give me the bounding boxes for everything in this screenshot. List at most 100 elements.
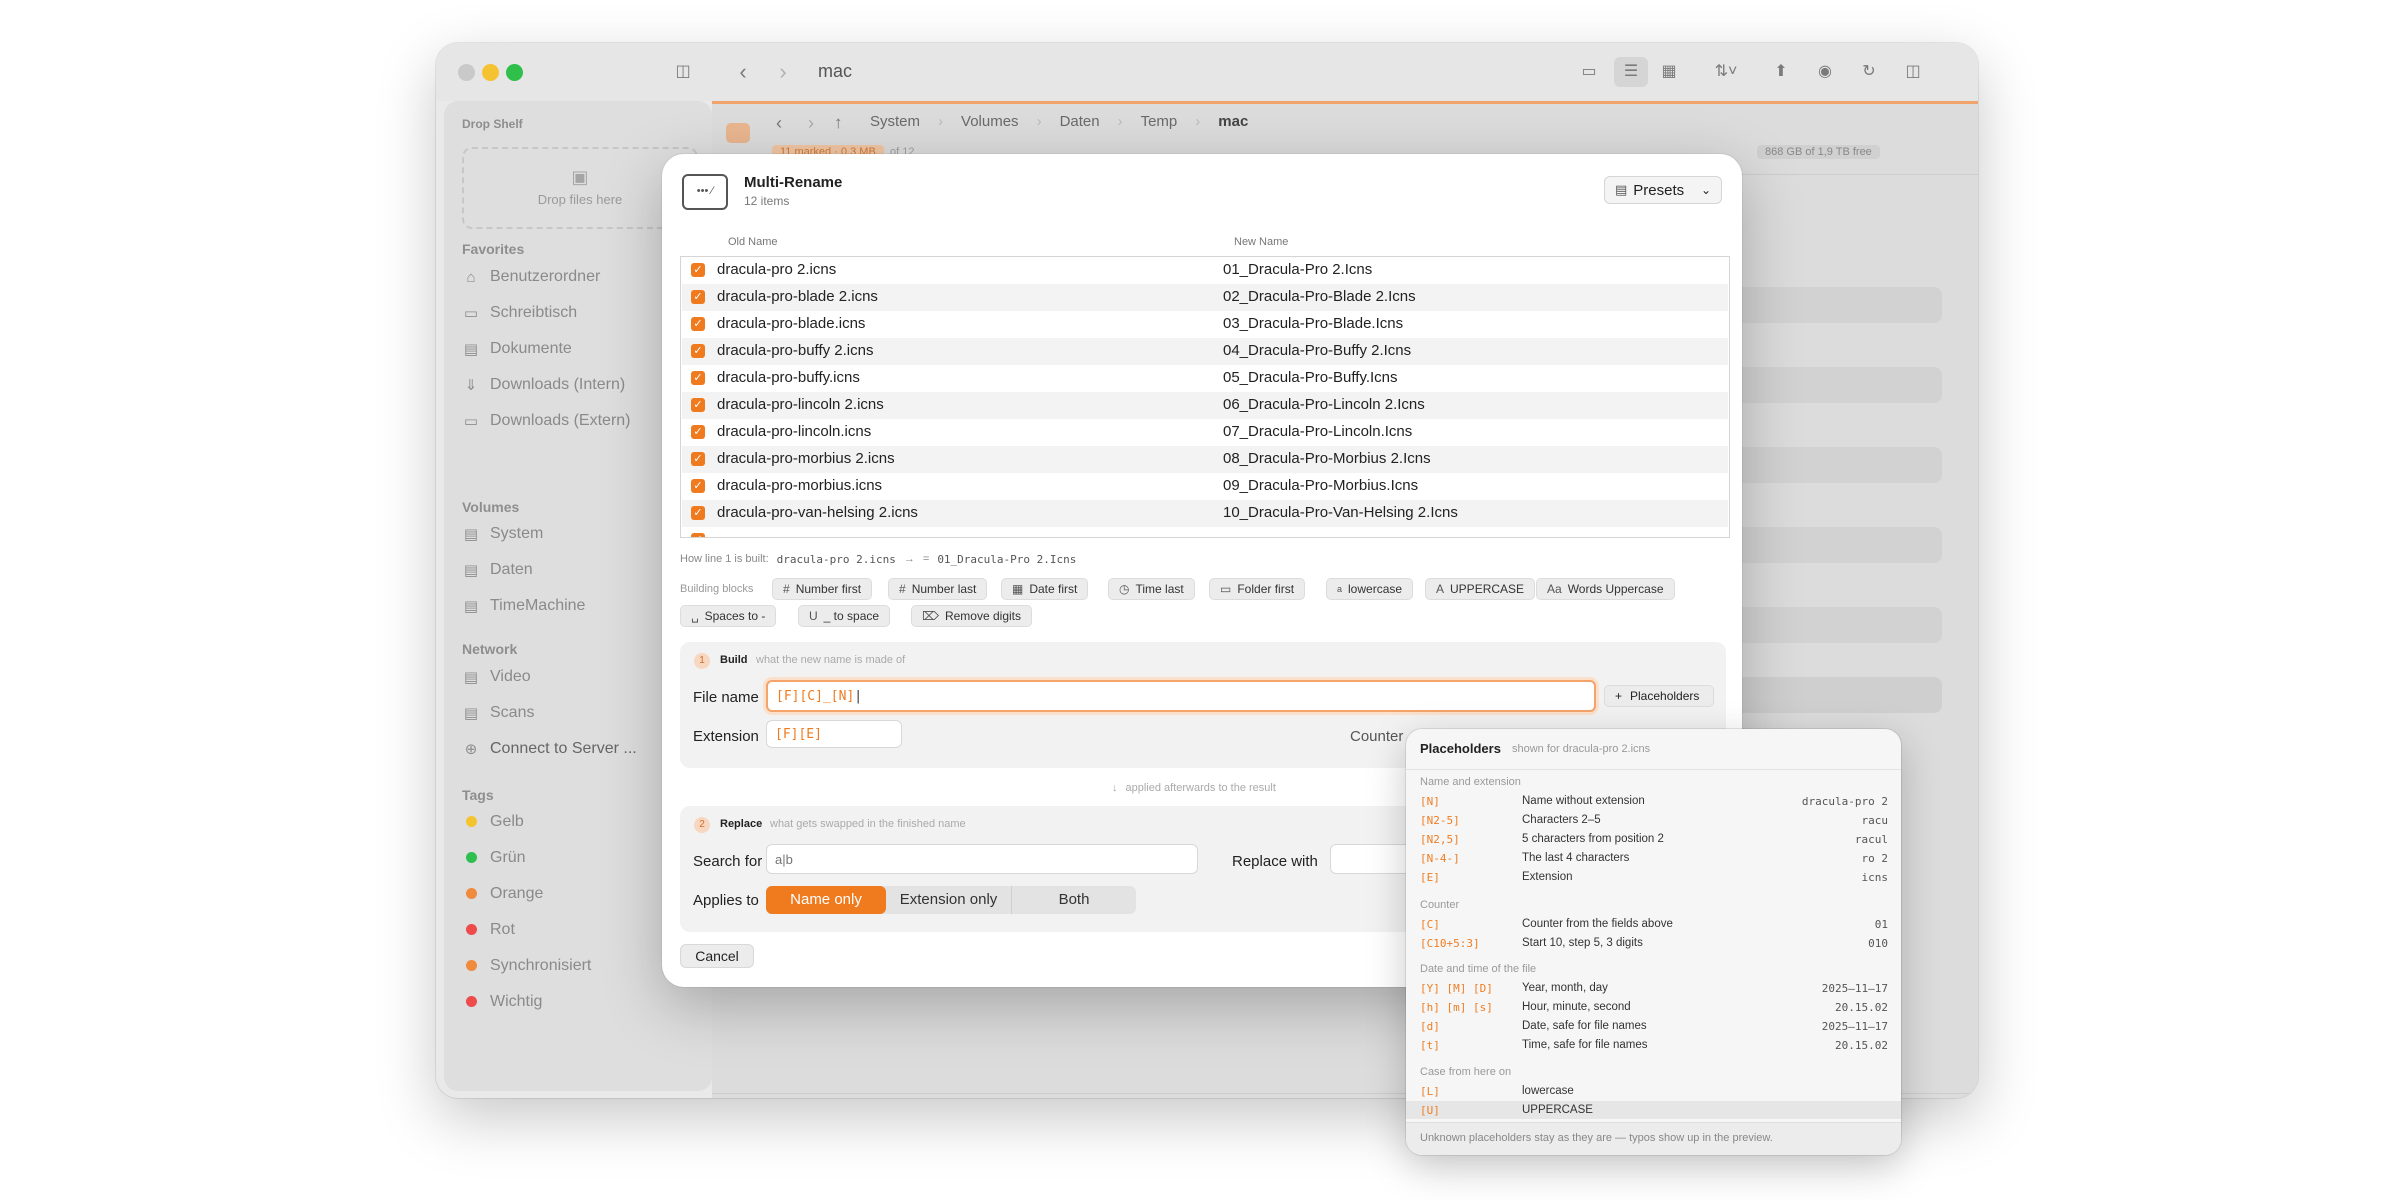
row-checkbox[interactable]: ✓ [691, 317, 705, 331]
segment-extension-only[interactable]: Extension only [886, 886, 1012, 914]
sidebar-tag-wichtig[interactable]: Wichtig [462, 989, 702, 1015]
table-row[interactable]: ✓ dracula-pro-blade 2.icns 02_Dracula-Pro-… [682, 284, 1728, 311]
placeholders-button[interactable]: + Placeholders [1604, 685, 1714, 707]
column-new-name[interactable]: New Name [1234, 236, 1288, 248]
breadcrumb-mac[interactable]: mac [1218, 113, 1248, 130]
placeholder-row[interactable]: [d] Date, safe for file names 2025–11–17 [1420, 1017, 1888, 1035]
back-arrow-icon[interactable]: ‹ [732, 61, 754, 83]
placeholder-desc: lowercase [1522, 1085, 1574, 1097]
block-uppercase[interactable]: A UPPERCASE [1425, 578, 1536, 600]
close-window-button[interactable] [458, 64, 475, 81]
placeholder-row[interactable]: [N2-5] Characters 2–5 racu [1420, 811, 1888, 829]
new-name-cell: 05_Dracula-Pro-Buffy.Icns [1223, 369, 1398, 386]
placeholder-row[interactable]: [C10+5:3] Start 10, step 5, 3 digits 010 [1420, 934, 1888, 952]
extension-input[interactable]: [F][E] [766, 720, 902, 748]
grid-view-icon[interactable]: ▦ [1658, 61, 1680, 83]
block-number-last[interactable]: # Number last [888, 578, 988, 600]
column-old-name[interactable]: Old Name [728, 236, 778, 248]
table-row[interactable]: ✓ dracula-pro-morbius 2.icns 08_Dracula-Pr… [682, 446, 1728, 473]
row-checkbox[interactable]: ✓ [691, 506, 705, 520]
preview-pane-icon[interactable]: ▭ [1578, 61, 1600, 83]
placeholder-desc: Start 10, step 5, 3 digits [1522, 937, 1643, 949]
server-icon: ▤ [463, 705, 479, 722]
table-row[interactable]: ✓ dracula-pro-buffy.icns 05_Dracula-Pro-Bu… [682, 365, 1728, 392]
new-name-cell: 02_Dracula-Pro-Blade 2.Icns [1223, 288, 1416, 305]
block-remove-digits[interactable]: ⌦ Remove digits [911, 605, 1032, 627]
forward-arrow-icon[interactable]: › [808, 113, 814, 134]
placeholder-row[interactable]: [N-4-] The last 4 characters ro 2 [1420, 849, 1888, 867]
row-checkbox[interactable]: ✓ [691, 263, 705, 277]
placeholder-row[interactable]: [Y] [M] [D] Year, month, day 2025–11–17 [1420, 979, 1888, 997]
row-checkbox[interactable]: ✓ [691, 398, 705, 412]
row-checkbox[interactable]: ✓ [691, 479, 705, 493]
search-for-label: Search for [693, 853, 763, 870]
minimize-window-button[interactable] [482, 64, 499, 81]
sort-icon[interactable]: ⇅˅ [1706, 61, 1746, 83]
replace-with-label: Replace with [1232, 853, 1318, 870]
segment-name-only[interactable]: Name only [766, 886, 886, 914]
breadcrumb-system[interactable]: System [870, 113, 920, 130]
sidebar-item-label: Connect to Server ... [490, 740, 637, 757]
plus-circle-icon: ⊕ [464, 741, 478, 758]
new-name-cell: 10_Dracula-Pro-Van-Helsing 2.Icns [1223, 504, 1458, 521]
block-words-uppercase[interactable]: Aa Words Uppercase [1536, 578, 1675, 600]
table-row[interactable]: ✓ dracula-pro-van-helsing 2.icns 10_Dracul… [682, 500, 1728, 527]
block-date-first[interactable]: ▦ Date first [1001, 578, 1089, 600]
block-number-first[interactable]: # Number first [772, 578, 873, 600]
block-time-last[interactable]: ◷ Time last [1108, 578, 1195, 600]
table-row[interactable]: ✓ dracula-pro-morbius.icns 09_Dracula-Pro-… [682, 473, 1728, 500]
placeholder-row[interactable]: [h] [m] [s] Hour, minute, second 20.15.02 [1420, 998, 1888, 1016]
table-row[interactable]: ✓ dracula-pro-blade.icns 03_Dracula-Pro-Bl… [682, 311, 1728, 338]
placeholder-desc: Extension [1522, 871, 1573, 883]
filename-input[interactable]: [F][C]_[N]| [766, 680, 1596, 712]
table-row[interactable]: ✓ dracula-pro-lincoln 2.icns 06_Dracula-Pr… [682, 392, 1728, 419]
placeholder-row[interactable]: [L] lowercase [1420, 1082, 1888, 1100]
block-folder-first[interactable]: ▭ Folder first [1209, 578, 1306, 600]
row-checkbox[interactable]: ✓ [691, 452, 705, 466]
placeholder-row[interactable]: [N2,5] 5 characters from position 2 racul [1420, 830, 1888, 848]
block-underscore-to-space[interactable]: U _ to space [798, 605, 891, 627]
breadcrumb-daten[interactable]: Daten [1060, 113, 1100, 130]
back-arrow-icon[interactable]: ‹ [776, 113, 782, 134]
placeholder-row[interactable]: [C] Counter from the fields above 01 [1420, 915, 1888, 933]
breadcrumb-temp[interactable]: Temp [1141, 113, 1178, 130]
row-checkbox[interactable]: ✓ [691, 344, 705, 358]
block-label: Spaces to - [704, 609, 766, 623]
block-lowercase[interactable]: a lowercase [1326, 578, 1414, 600]
row-checkbox[interactable]: ✓ [691, 371, 705, 385]
sidebar-item-label: Benutzerordner [490, 268, 601, 285]
search-for-input[interactable] [766, 844, 1198, 874]
breadcrumb-volumes[interactable]: Volumes [961, 113, 1019, 130]
row-checkbox[interactable]: ✓ [691, 290, 705, 304]
share-icon[interactable]: ⬆ [1770, 61, 1792, 83]
sidebar-item-label: Synchronisiert [490, 957, 592, 974]
sync-icon[interactable]: ↻ [1858, 61, 1880, 83]
presets-button[interactable]: ▤ Presets ⌄ [1604, 176, 1722, 204]
placeholder-row[interactable]: [U] UPPERCASE [1406, 1101, 1901, 1119]
forward-arrow-icon[interactable]: › [772, 61, 794, 83]
old-name-cell: dracula-pro 2.icns [717, 261, 837, 278]
sidebar-item-label: Downloads (Intern) [490, 376, 626, 393]
sidebar-toggle-icon[interactable]: ◫ [672, 61, 694, 83]
block-spaces-to-dash[interactable]: ␣ Spaces to - [680, 605, 777, 627]
table-row[interactable]: ✓ dracula-pro 2.icns 01_Dracula-Pro 2.Icns [682, 257, 1728, 284]
placeholder-desc: The last 4 characters [1522, 852, 1630, 864]
placeholder-row[interactable]: [t] Time, safe for file names 20.15.02 [1420, 1036, 1888, 1054]
zoom-window-button[interactable] [506, 64, 523, 81]
new-name-cell: 06_Dracula-Pro-Lincoln 2.Icns [1223, 396, 1425, 413]
table-row[interactable]: ✓ dracula-pro-buffy 2.icns 04_Dracula-Pro-… [682, 338, 1728, 365]
row-checkbox[interactable]: ✓ [691, 425, 705, 439]
step-badge: 2 [694, 817, 710, 833]
table-row[interactable]: ✓ [682, 527, 1728, 537]
cancel-button[interactable]: Cancel [680, 944, 754, 968]
placeholder-row[interactable]: [N] Name without extension dracula-pro 2 [1420, 792, 1888, 810]
how-built-line: How line 1 is built: dracula-pro 2.icns … [680, 553, 1076, 566]
table-row[interactable]: ✓ dracula-pro-lincoln.icns 07_Dracula-Pro-… [682, 419, 1728, 446]
rename-table[interactable]: ✓ dracula-pro 2.icns 01_Dracula-Pro 2.Icns… [680, 256, 1730, 538]
segment-both[interactable]: Both [1012, 886, 1136, 914]
row-checkbox[interactable]: ✓ [691, 533, 705, 537]
placeholder-row[interactable]: [E] Extension icns [1420, 868, 1888, 886]
eye-icon[interactable]: ◉ [1814, 61, 1836, 83]
inspector-icon[interactable]: ◫ [1902, 61, 1924, 83]
up-arrow-icon[interactable]: ↑ [834, 113, 843, 133]
